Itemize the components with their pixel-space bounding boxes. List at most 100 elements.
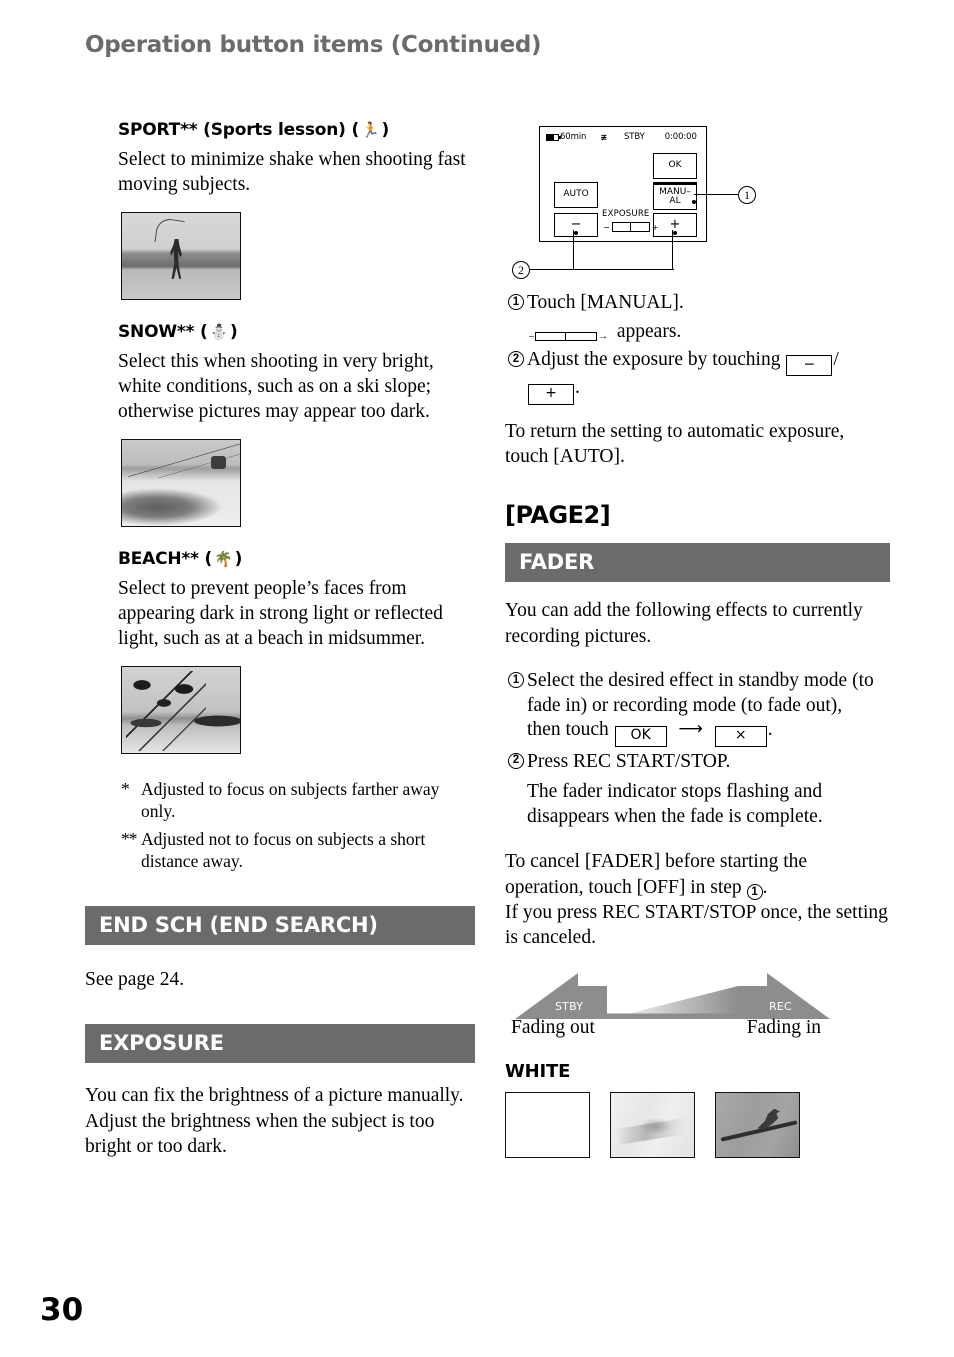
beach-body: Select to prevent people’s faces from ap… — [118, 577, 443, 650]
sport-heading-text: SPORT** (Sports lesson) ( — [118, 120, 360, 140]
minus-key-glyph[interactable]: ─ — [786, 355, 833, 377]
beach-heading-text: BEACH** ( — [118, 548, 213, 569]
callout-lead-2a — [573, 230, 575, 270]
callout-lead-2b — [672, 230, 674, 270]
fade-diagram: STBY REC Fading out Fading in — [505, 972, 890, 1039]
right-arrow-icon: ⟶ — [678, 719, 703, 740]
fader-cancel-text: To cancel [FADER] before starting the op… — [505, 849, 890, 951]
step-number: 1 — [505, 669, 527, 746]
scale-plus-label: + — [651, 222, 659, 232]
snow-body: Select this when shooting in very bright… — [118, 350, 434, 423]
bird-on-branch-frame — [715, 1091, 800, 1158]
snowman-icon: ⛄ — [209, 322, 229, 341]
exposure-body: You can fix the brightness of a picture … — [85, 1085, 464, 1157]
fade-caption-left: Fading out — [511, 1016, 595, 1038]
white-effect-frames — [505, 1091, 890, 1158]
lcd-status-bar: 60min ≢ STBY 0:00:00 — [546, 132, 700, 142]
snow-heading: SNOW** ( ⛄ ) — [118, 322, 475, 342]
exposure-step-2-text: Adjust the exposure by touching — [527, 349, 781, 371]
fader-step-1: 1 Select the desired effect in standby m… — [505, 669, 890, 747]
ok-key-glyph[interactable]: OK — [614, 725, 667, 747]
lcd-manual-button[interactable]: MANU– AL — [653, 182, 697, 210]
fader-steps: 1 Select the desired effect in standby m… — [505, 669, 890, 829]
battery-icon — [546, 133, 561, 141]
fader-cancel-part2: If you press REC START/STOP once, the se… — [505, 902, 888, 949]
step2-period: . — [575, 377, 580, 399]
lcd-recording-state: STBY — [623, 132, 645, 142]
lcd-exposure-label: EXPOSURE — [602, 209, 650, 219]
sport-heading: SPORT** (Sports lesson) ( 🏃 ) — [118, 120, 475, 140]
lcd-timecode: 0:00:00 — [664, 132, 697, 142]
exposure-step-1-sub: – → appears. — [527, 320, 890, 345]
fade-captions: Fading out Fading in — [511, 1017, 821, 1039]
callout-2: 2 — [512, 261, 530, 279]
section-bar-end-search: END SCH (END SEARCH) — [85, 905, 475, 945]
exposure-step-1: 1 Touch [MANUAL]. — [505, 291, 890, 316]
exposure-steps: 1 Touch [MANUAL]. – → appears. 2 Adjust t… — [505, 291, 890, 405]
footnote-text: Adjusted to focus on subjects farther aw… — [141, 778, 440, 821]
lcd-screen: 60min ≢ STBY 0:00:00 OK MANU– AL AUTO − … — [539, 126, 707, 242]
golfer-swing-photo — [121, 211, 241, 300]
snow-heading-text: SNOW** ( — [118, 321, 208, 342]
footnotes: * Adjusted to focus on subjects farther … — [121, 778, 475, 872]
footnote-text: Adjusted not to focus on subjects a shor… — [141, 828, 426, 871]
page2-title: [PAGE2] — [505, 501, 611, 530]
section-bar-fader: FADER — [505, 543, 890, 583]
footnote-row: * Adjusted to focus on subjects farther … — [121, 778, 475, 822]
white-blank-frame — [505, 1091, 590, 1158]
running-person-icon: 🏃 — [361, 121, 380, 139]
exposure-step-1-sub-text: appears. — [616, 320, 682, 342]
step-number-circle: 1 — [746, 884, 763, 901]
fader-cancel-period: . — [762, 876, 768, 898]
beach-heading: BEACH** ( 🌴 ) — [118, 549, 475, 569]
step-text: Adjust the exposure by touching ─ / +. — [527, 348, 890, 405]
lcd-manual-line2: AL — [669, 196, 681, 206]
step-number: 1 — [505, 291, 527, 316]
left-column: SPORT** (Sports lesson) ( 🏃 ) Select to … — [85, 120, 475, 1159]
step-number-circle: 2 — [508, 752, 524, 769]
ski-slope-gondola-photo — [121, 438, 241, 527]
step-number-circle: 2 — [508, 351, 524, 368]
step-text: Press REC START/STOP. — [527, 750, 731, 772]
fade-label-stby: STBY — [555, 999, 584, 1013]
lcd-ok-button[interactable]: OK — [653, 153, 697, 179]
fade-caption-right: Fading in — [746, 1016, 821, 1038]
close-key-glyph[interactable]: × — [714, 725, 767, 747]
fader-step-1b: then touch — [527, 719, 609, 741]
lcd-auto-button[interactable]: AUTO — [554, 182, 598, 208]
step-text: Touch [MANUAL]. — [527, 292, 684, 313]
step-number: 2 — [505, 750, 527, 775]
callout-dot-plus — [673, 231, 677, 235]
exposure-indicator-icon: – → — [529, 330, 608, 342]
snow-heading-close: ) — [230, 321, 238, 342]
callout-lead-2c — [530, 269, 674, 271]
step-number: 2 — [505, 348, 527, 405]
page-number: 30 — [40, 1292, 84, 1328]
white-effect-heading: WHITE — [505, 1060, 571, 1082]
callout-dot-minus — [574, 231, 578, 235]
key-separator: / — [833, 349, 839, 371]
callout-lead-1 — [694, 194, 738, 196]
right-column: 60min ≢ STBY 0:00:00 OK MANU– AL AUTO − … — [505, 120, 890, 1158]
callout-dot-manual — [692, 200, 696, 204]
footnote-row: ** Adjusted not to focus on subjects a s… — [121, 828, 475, 872]
plus-key-glyph[interactable]: + — [528, 383, 574, 405]
footnote-mark: * — [121, 778, 130, 799]
sport-body: Select to minimize shake when shooting f… — [118, 149, 466, 196]
step-text: Select the desired effect in standby mod… — [527, 669, 890, 747]
exposure-return-text: To return the setting to automatic expos… — [505, 420, 845, 468]
battery-time: 60min — [560, 132, 587, 142]
scale-minus-label: − — [603, 222, 610, 232]
lcd-exposure-scale: − + — [603, 222, 658, 232]
beach-heading-close: ) — [234, 548, 243, 569]
fader-step-1a: Select the desired effect in standby mod… — [527, 670, 874, 716]
step-number-circle: 1 — [508, 294, 524, 310]
footnote-mark: ** — [121, 828, 138, 849]
fader-step1-period: . — [767, 719, 773, 741]
exposure-slider-rail[interactable] — [611, 222, 650, 232]
exposure-step-2: 2 Adjust the exposure by touching ─ / +. — [505, 348, 890, 405]
white-faded-bird-frame — [610, 1091, 695, 1158]
page-title: Operation button items (Continued) — [85, 32, 542, 58]
fade-label-rec: REC — [769, 999, 792, 1013]
lcd-exposure-diagram: 60min ≢ STBY 0:00:00 OK MANU– AL AUTO − … — [505, 120, 890, 285]
